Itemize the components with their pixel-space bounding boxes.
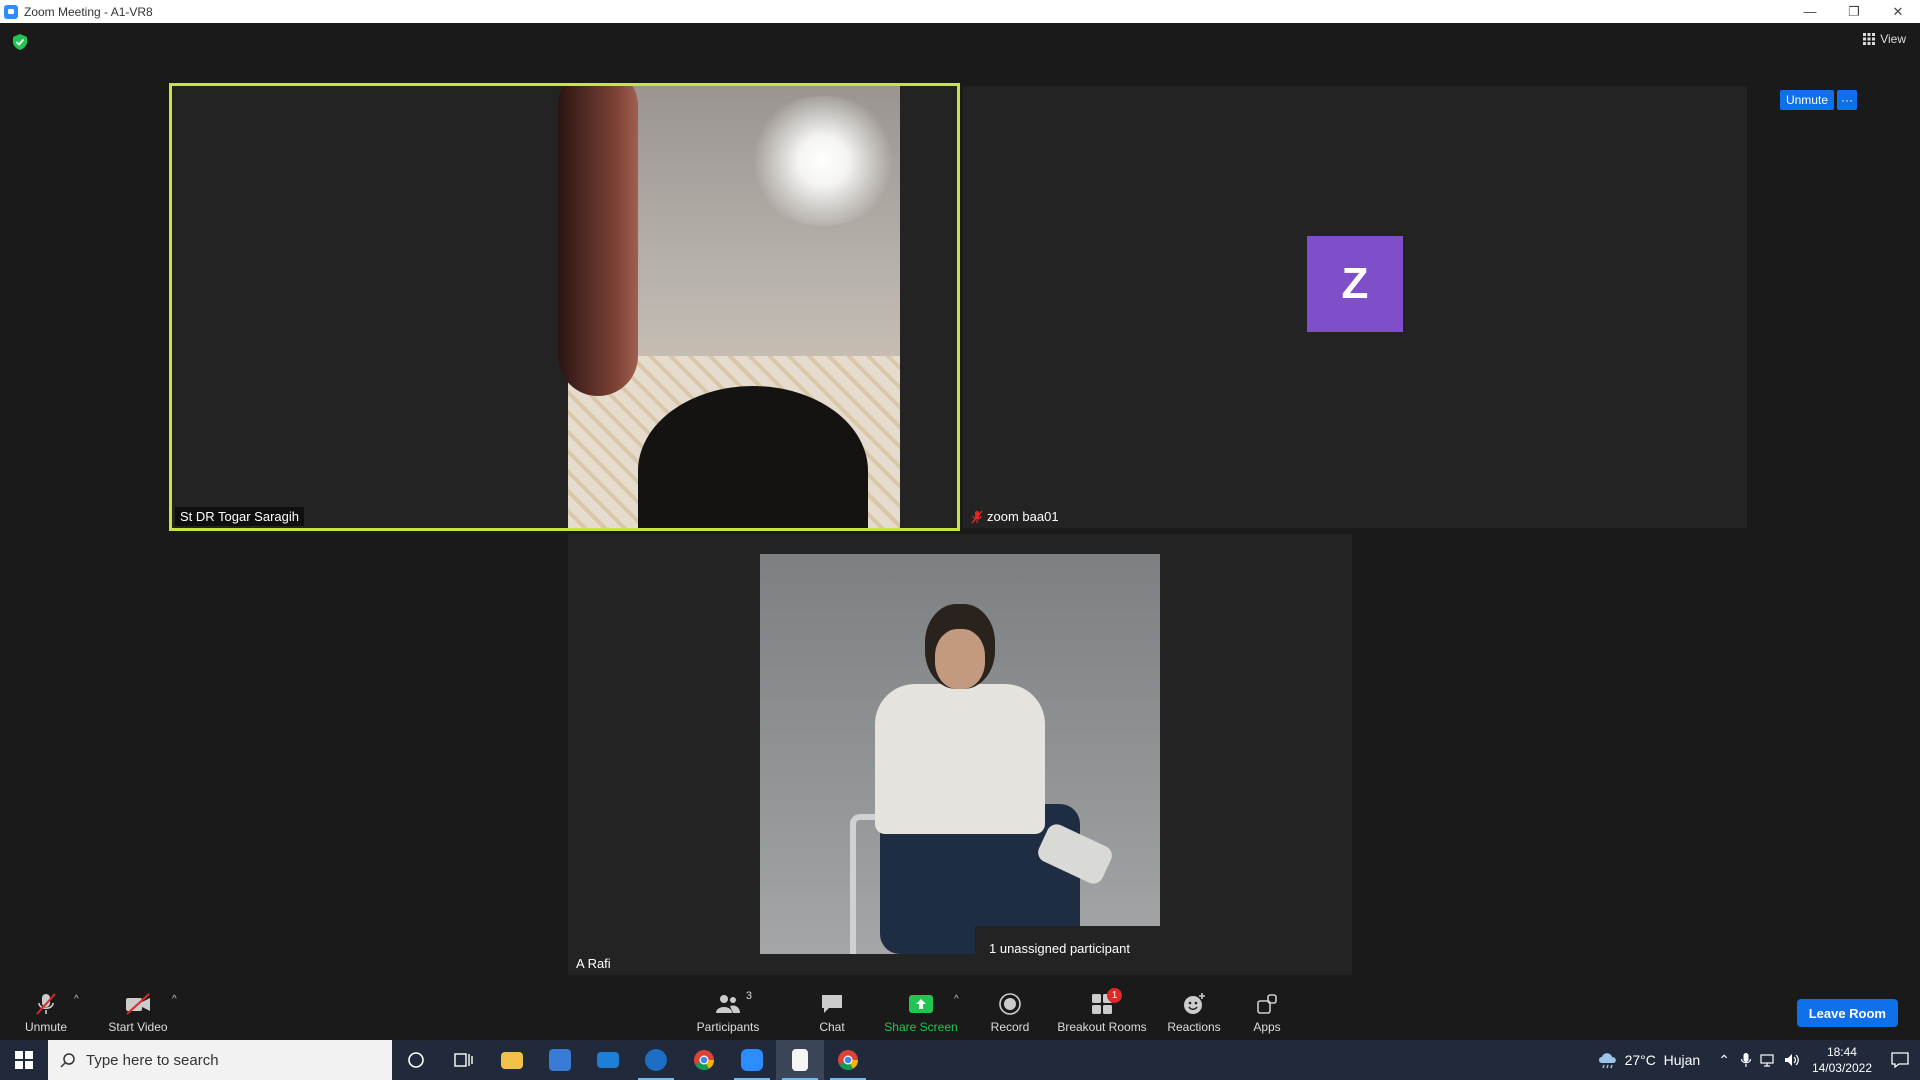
participant-name-label: A Rafi	[571, 954, 616, 973]
unmute-button[interactable]: Unmute	[16, 982, 76, 1038]
mail-icon	[597, 1052, 619, 1068]
participant-profile-picture	[760, 554, 1160, 954]
chat-button[interactable]: Chat	[806, 982, 858, 1038]
taskbar-clock[interactable]: 18:44 14/03/2022	[1812, 1044, 1872, 1076]
start-video-label: Start Video	[108, 1020, 168, 1034]
chat-label: Chat	[819, 1020, 845, 1034]
grid-icon	[1863, 33, 1876, 45]
clock-date: 14/03/2022	[1811, 1061, 1872, 1075]
video-options-chevron-icon[interactable]: ^	[172, 994, 177, 1005]
taskbar-mail[interactable]	[584, 1040, 632, 1080]
chat-bubble-icon	[818, 992, 846, 1016]
taskbar-chrome[interactable]	[680, 1040, 728, 1080]
share-screen-label: Share Screen	[884, 1020, 958, 1034]
restore-button[interactable]: ❐	[1832, 0, 1876, 23]
breakout-rooms-badge: 1	[1107, 988, 1122, 1003]
zoom-app-icon	[4, 4, 18, 19]
search-placeholder: Type here to search	[86, 1051, 219, 1069]
document-icon	[792, 1049, 808, 1071]
zoom-icon	[741, 1049, 763, 1071]
meeting-toolbar: Unmute ^ Start Video ^ 3 Participants Ch…	[0, 980, 1920, 1040]
weather-text[interactable]: 27°C Hujan	[1625, 1052, 1701, 1068]
breakout-rooms-icon: 1	[1088, 988, 1122, 1016]
notification-center-button[interactable]	[1880, 1040, 1920, 1080]
chrome-icon	[694, 1050, 715, 1070]
apps-icon	[1253, 992, 1281, 1016]
participant-name-label: zoom baa01	[966, 507, 1064, 526]
taskbar-search-box[interactable]: Type here to search	[48, 1040, 392, 1080]
task-view-button[interactable]	[440, 1040, 488, 1080]
network-icon[interactable]	[1760, 1053, 1776, 1067]
record-label: Record	[990, 1020, 1030, 1034]
chrome-icon	[838, 1050, 859, 1070]
windows-logo-icon	[15, 1051, 33, 1069]
show-hidden-icons-chevron-icon[interactable]: ⌃	[1718, 1052, 1730, 1069]
record-button[interactable]: Record	[984, 982, 1036, 1038]
teamviewer-icon	[645, 1049, 667, 1071]
unassigned-participant-tooltip: 1 unassigned participant	[975, 926, 1229, 970]
share-options-chevron-icon[interactable]: ^	[954, 994, 959, 1005]
store-bag-icon	[549, 1049, 571, 1071]
view-button[interactable]: View	[1863, 32, 1906, 46]
participant-name: A Rafi	[576, 956, 611, 971]
ask-to-unmute-button[interactable]: Unmute	[1779, 90, 1834, 110]
taskbar-teamviewer[interactable]	[632, 1040, 680, 1080]
taskbar-chrome-2[interactable]	[824, 1040, 872, 1080]
view-label: View	[1880, 32, 1906, 46]
window-titlebar: Zoom Meeting - A1-VR8 — ❐ ✕	[0, 0, 1920, 23]
windows-start-button[interactable]	[0, 1040, 48, 1080]
share-screen-icon	[907, 992, 935, 1016]
record-icon	[996, 992, 1024, 1016]
volume-icon[interactable]	[1784, 1053, 1800, 1067]
notification-icon	[1891, 1052, 1909, 1069]
unmute-label: Unmute	[24, 1020, 68, 1034]
share-screen-button[interactable]: Share Screen	[884, 982, 958, 1038]
audio-options-chevron-icon[interactable]: ^	[74, 994, 79, 1005]
weather-rain-cloud-icon	[1598, 1053, 1616, 1069]
windows-taskbar: Type here to search 27°C Hujan ⌃ 18:44 1…	[0, 1040, 1920, 1080]
encryption-shield-icon[interactable]	[13, 34, 27, 50]
cortana-button[interactable]	[392, 1040, 440, 1080]
apps-button[interactable]: Apps	[1246, 982, 1288, 1038]
participant-name: zoom baa01	[987, 509, 1059, 524]
reactions-button[interactable]: Reactions	[1164, 982, 1224, 1038]
muted-mic-icon	[32, 992, 60, 1016]
start-video-button[interactable]: Start Video	[104, 982, 172, 1038]
apps-label: Apps	[1253, 1020, 1281, 1034]
muted-mic-icon	[971, 510, 983, 523]
participant-video-feed	[558, 86, 900, 528]
system-tray: 27°C Hujan ⌃ 18:44 14/03/2022	[1597, 1040, 1920, 1080]
participant-name-label: St DR Togar Saragih	[175, 507, 304, 526]
folder-icon	[501, 1051, 523, 1069]
leave-room-button[interactable]: Leave Room	[1796, 999, 1898, 1027]
smiley-plus-icon	[1180, 992, 1208, 1016]
taskbar-zoom[interactable]	[728, 1040, 776, 1080]
cortana-circle-icon	[408, 1052, 424, 1068]
reactions-label: Reactions	[1167, 1020, 1221, 1034]
clock-time: 18:44	[1826, 1045, 1857, 1059]
participants-label: Participants	[696, 1020, 760, 1034]
taskbar-file-explorer[interactable]	[488, 1040, 536, 1080]
task-view-icon	[454, 1053, 473, 1067]
video-off-icon	[124, 992, 152, 1016]
participant-avatar: Z	[1307, 236, 1403, 332]
breakout-rooms-label: Breakout Rooms	[1057, 1020, 1147, 1034]
search-icon	[60, 1053, 75, 1068]
participants-icon: 3	[714, 990, 752, 1016]
microphone-icon[interactable]	[1740, 1052, 1752, 1068]
minimize-button[interactable]: —	[1788, 0, 1832, 23]
window-title: Zoom Meeting - A1-VR8	[24, 4, 153, 19]
participants-button[interactable]: 3 Participants	[694, 982, 762, 1038]
taskbar-store[interactable]	[536, 1040, 584, 1080]
more-options-button[interactable]: ···	[1837, 90, 1857, 110]
participants-count: 3	[745, 990, 752, 1002]
participant-name: St DR Togar Saragih	[180, 509, 299, 524]
video-tile-togar-saragih[interactable]: St DR Togar Saragih	[169, 83, 960, 531]
breakout-rooms-button[interactable]: 1 Breakout Rooms	[1056, 982, 1148, 1038]
close-button[interactable]: ✕	[1876, 0, 1920, 23]
taskbar-document-app[interactable]	[776, 1040, 824, 1080]
